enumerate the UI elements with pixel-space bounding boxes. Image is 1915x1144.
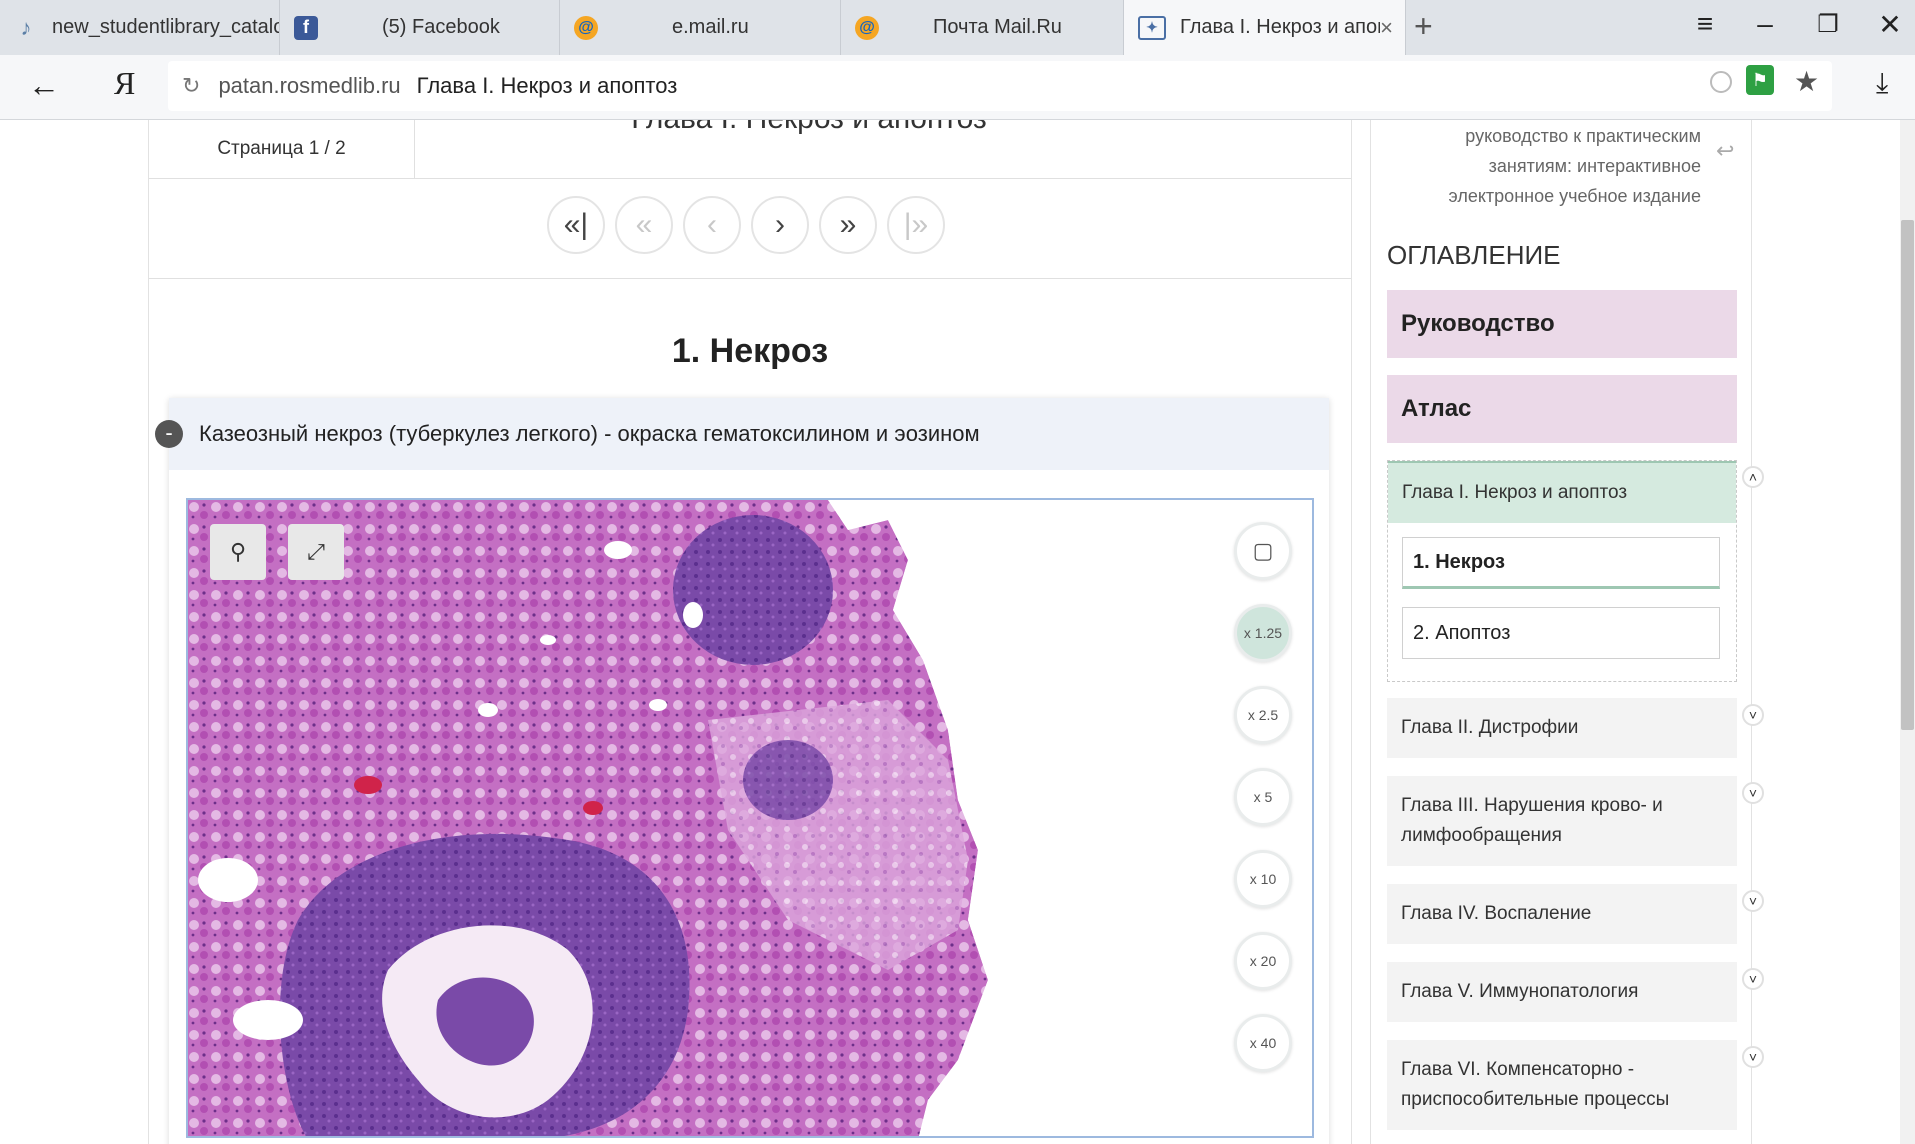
next-section-button[interactable]: » [819, 196, 877, 254]
last-page-button[interactable]: |» [887, 196, 945, 254]
yandex-logo[interactable]: Я [114, 65, 135, 102]
section-title: 1. Некроз [671, 332, 829, 370]
protect-icon[interactable]: ⚑ [1746, 65, 1774, 95]
location-pin-icon[interactable]: ⚲ [210, 524, 266, 580]
toc-subitem-necrosis[interactable]: 1. Некроз [1402, 537, 1720, 589]
chapter-title: Глава I. Некроз и апоптоз [429, 120, 1189, 136]
subitem-label: 2. Апоптоз [1413, 621, 1511, 644]
toc-sidebar: руководство к практическим занятиям: инт… [1370, 120, 1764, 1144]
zoom-10-button[interactable]: x 10 [1234, 850, 1292, 908]
chapter-label: Глава V. Иммунопатология [1401, 981, 1639, 1002]
facebook-icon: f [294, 15, 318, 40]
prev-section-button[interactable]: « [615, 196, 673, 254]
toc-item-label: Руководство [1401, 310, 1555, 337]
url-page-title: Глава I. Некроз и апоптоз [416, 73, 678, 98]
address-bar: ← Я ↻ patan.rosmedlib.ru Глава I. Некроз… [0, 55, 1915, 120]
tab-label: Почта Mail.Ru [933, 16, 1062, 38]
page-header-bar: Страница 1 / 2 Глава I. Некроз и апоптоз [149, 120, 1351, 179]
chapter-label: Глава IV. Воспаление [1401, 903, 1592, 924]
scrollbar-thumb[interactable] [1901, 220, 1914, 730]
book-description-line: занятиям: интерактивное [1488, 156, 1701, 176]
zoom-2-5-button[interactable]: x 2.5 [1234, 686, 1292, 744]
toc-heading: ОГЛАВЛЕНИЕ [1387, 240, 1561, 270]
tab-mailru[interactable]: @ Почта Mail.Ru [841, 0, 1124, 55]
chapter-label: Глава I. Некроз и апоптоз [1402, 482, 1628, 503]
download-icon[interactable]: ⤓ [1876, 67, 1888, 100]
toc-item-guide[interactable]: Руководство [1387, 290, 1737, 358]
book-description-line: руководство к практическим [1465, 126, 1701, 146]
minimize-icon[interactable]: – [1745, 8, 1785, 40]
menu-icon[interactable]: ≡ [1685, 8, 1725, 40]
book-description-line: электронное учебное издание [1448, 186, 1701, 206]
bookmark-star-icon[interactable]: ★ [1794, 65, 1819, 98]
mail-icon: @ [855, 15, 879, 40]
chevron-down-icon[interactable]: ˅ [1742, 890, 1764, 912]
close-window-icon[interactable]: ✕ [1870, 8, 1910, 41]
fit-view-button[interactable]: ▢ [1234, 522, 1292, 580]
chevron-down-icon[interactable]: ˅ [1742, 704, 1764, 726]
page-viewport: Страница 1 / 2 Глава I. Некроз и апоптоз… [0, 120, 1915, 1144]
prev-page-button[interactable]: ‹ [683, 196, 741, 254]
page-navigation: «| « ‹ › » |» [149, 178, 1351, 279]
new-tab-icon[interactable]: + [1414, 8, 1433, 45]
figure-header[interactable]: - Казеозный некроз (туберкулез легкого) … [155, 398, 1329, 470]
subitem-label: 1. Некроз [1413, 550, 1505, 573]
tab-facebook[interactable]: f (5) Facebook [280, 0, 560, 55]
globe-icon[interactable] [1710, 71, 1732, 93]
restore-icon[interactable]: ❐ [1808, 10, 1848, 39]
browser-tab-strip: ♪ new_studentlibrary_catalogu f (5) Face… [0, 0, 1915, 55]
toc-chapter-2[interactable]: Глава II. Дистрофии [1387, 698, 1737, 758]
reload-icon[interactable]: ↻ [182, 73, 200, 99]
tab-label: new_studentlibrary_catalogu [52, 16, 279, 38]
back-arrow-icon[interactable]: ← [28, 67, 60, 104]
open-chapter-group: Глава I. Некроз и апоптоз 1. Некроз 2. А… [1387, 460, 1737, 682]
toc-chapter-3[interactable]: Глава III. Нарушения крово- и лимфообращ… [1387, 776, 1737, 866]
chevron-down-icon[interactable]: ˅ [1742, 968, 1764, 990]
figure-title: Казеозный некроз (туберкулез легкого) - … [199, 421, 980, 446]
zoom-1-25-button[interactable]: x 1.25 [1234, 604, 1292, 662]
tab-studentlibrary[interactable]: ♪ new_studentlibrary_catalogu [0, 0, 280, 55]
histology-slide-image[interactable] [188, 500, 1314, 1138]
toc-item-label: Атлас [1401, 395, 1472, 422]
tab-email[interactable]: @ e.mail.ru [560, 0, 841, 55]
zoom-20-button[interactable]: x 20 [1234, 932, 1292, 990]
toc-subitem-apoptosis[interactable]: 2. Апоптоз [1402, 607, 1720, 659]
tab-necrosis[interactable]: ✦ Глава I. Некроз и апопто × [1124, 0, 1406, 55]
toc-item-atlas[interactable]: Атлас [1387, 375, 1737, 443]
first-page-button[interactable]: «| [547, 196, 605, 254]
page-counter: Страница 1 / 2 [149, 120, 415, 178]
chapter-1-header[interactable]: Глава I. Некроз и апоптоз [1388, 461, 1736, 523]
page-icon: ✦ [1138, 15, 1166, 40]
tab-label: e.mail.ru [672, 16, 749, 38]
chapter-label: Глава VI. Компенсаторно - приспособитель… [1401, 1059, 1670, 1110]
figure-card: - Казеозный некроз (туберкулез легкого) … [155, 398, 1329, 1144]
tab-label: (5) Facebook [382, 16, 500, 38]
url-field[interactable]: ↻ patan.rosmedlib.ru Глава I. Некроз и а… [168, 61, 1832, 111]
zoom-5-button[interactable]: x 5 [1234, 768, 1292, 826]
tab-label: Глава I. Некроз и апопто [1180, 16, 1380, 38]
collapse-button[interactable]: - [155, 420, 183, 448]
slide-viewer[interactable]: ⚲ ⤢ ▢ x 1.25 x 2.5 x 5 x 10 x 20 x 40 [186, 498, 1314, 1138]
chapter-label: Глава III. Нарушения крово- и лимфообращ… [1401, 795, 1663, 846]
zoom-40-button[interactable]: x 40 [1234, 1014, 1292, 1072]
toc-chapter-4[interactable]: Глава IV. Воспаление [1387, 884, 1737, 944]
main-content: Страница 1 / 2 Глава I. Некроз и апоптоз… [148, 120, 1352, 1144]
back-reply-icon[interactable]: ↩ [1716, 138, 1734, 164]
chevron-up-icon[interactable]: ˄ [1742, 466, 1764, 488]
toc-chapter-5[interactable]: Глава V. Иммунопатология [1387, 962, 1737, 1022]
chevron-down-icon[interactable]: ˅ [1742, 1046, 1764, 1068]
close-tab-icon[interactable]: × [1380, 15, 1393, 41]
toc-chapter-6[interactable]: Глава VI. Компенсаторно - приспособитель… [1387, 1040, 1737, 1130]
fullscreen-icon[interactable]: ⤢ [288, 524, 344, 580]
note-icon: ♪ [20, 14, 32, 40]
chapter-label: Глава II. Дистрофии [1401, 717, 1579, 738]
url-host: patan.rosmedlib.ru [218, 73, 401, 98]
mail-icon: @ [574, 15, 598, 40]
next-page-button[interactable]: › [751, 196, 809, 254]
chevron-down-icon[interactable]: ˅ [1742, 782, 1764, 804]
